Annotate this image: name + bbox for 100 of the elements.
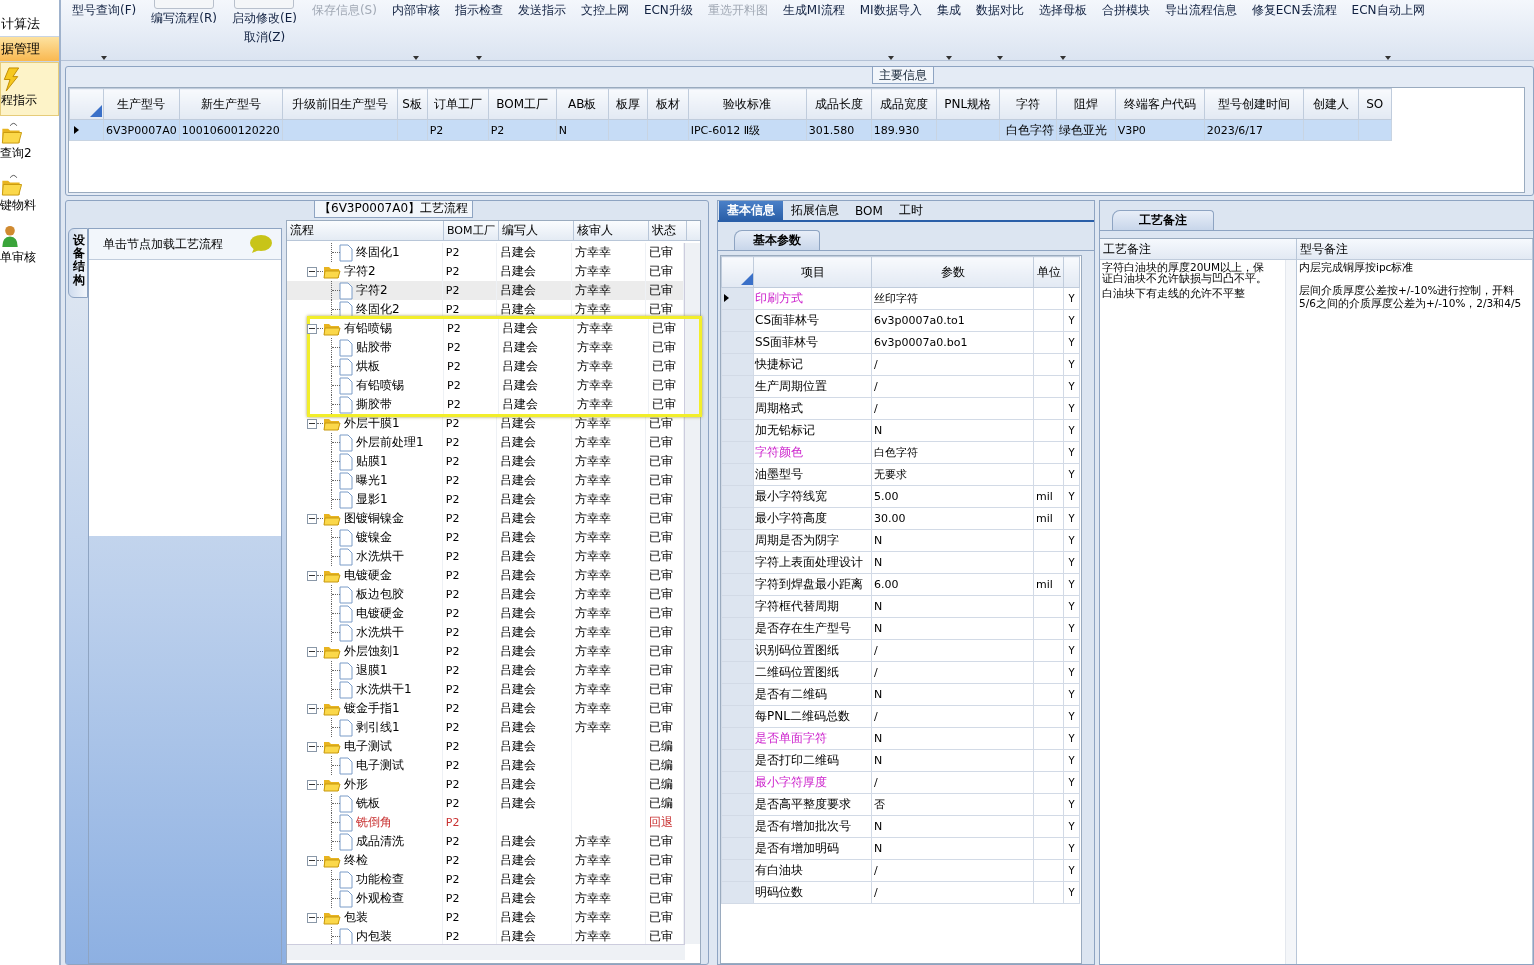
tab[interactable]: 工时 — [890, 201, 931, 220]
nav-section[interactable]: 据管理 — [0, 37, 59, 62]
column-header[interactable]: 参数 — [871, 256, 1034, 288]
toolbar-button[interactable]: ECN升级 — [641, 0, 695, 52]
toolbar-button[interactable]: 生成MI流程 — [780, 0, 847, 52]
collapse-icon[interactable] — [307, 570, 317, 581]
collapse-icon[interactable] — [307, 703, 317, 714]
column-header[interactable]: 单位 — [1033, 256, 1064, 288]
tab[interactable]: 工艺备注 — [1112, 210, 1214, 230]
column-header[interactable]: 创建人 — [1303, 88, 1359, 120]
column-header[interactable]: 订单工厂 — [427, 88, 489, 120]
tab[interactable]: 拓展信息 — [783, 201, 847, 220]
column-header[interactable]: 阻焊 — [1056, 88, 1116, 120]
tree-row[interactable]: 终固化1 P2 吕建会 方幸幸 已审 — [287, 243, 684, 262]
tree-row[interactable]: 退膜1 P2 吕建会 方幸幸 已审 — [287, 661, 684, 680]
tree-row[interactable]: 水洗烘干 P2 吕建会 方幸幸 已审 — [287, 547, 684, 566]
tree-row[interactable]: 电镀硬金 P2 吕建会 方幸幸 已审 — [287, 604, 684, 623]
column-header[interactable]: 状态 — [649, 221, 687, 240]
tree-row[interactable]: 电子测试 P2 吕建会 已编 — [287, 756, 684, 775]
column-header[interactable]: 核审人 — [574, 221, 649, 240]
tree-row[interactable]: 板边包胶 P2 吕建会 方幸幸 已审 — [287, 585, 684, 604]
row-header[interactable] — [69, 119, 104, 141]
column-header[interactable]: AB板 — [556, 88, 609, 120]
column-header[interactable]: 字符 — [999, 88, 1057, 120]
collapse-icon[interactable] — [307, 323, 317, 334]
column-header[interactable]: BOM工厂 — [444, 221, 499, 240]
toggle-switch[interactable] — [234, 0, 295, 9]
toolbar-button[interactable]: 内部审核 — [389, 0, 442, 46]
tab[interactable]: BOM — [847, 201, 891, 220]
toolbar-button[interactable]: 选择母板 — [1036, 0, 1089, 46]
tree-row[interactable]: 外观检查 P2 吕建会 方幸幸 已审 — [287, 889, 684, 908]
tree-row[interactable]: 铣倒角 P2 回退 — [287, 813, 684, 832]
tree-row[interactable]: 终固化2 P2 吕建会 方幸幸 已审 — [287, 300, 684, 319]
collapse-icon[interactable] — [307, 912, 317, 923]
column-header[interactable]: 终端客户代码 — [1115, 88, 1205, 120]
toggle-switch[interactable] — [154, 0, 215, 9]
column-header[interactable]: 型号备注 — [1297, 239, 1532, 260]
column-header[interactable]: 流程 — [287, 221, 444, 240]
collapse-icon[interactable] — [307, 418, 317, 429]
nav-item[interactable]: 查询2 — [0, 116, 59, 168]
tree-row[interactable]: 包装 P2 吕建会 方幸幸 已审 — [287, 908, 684, 927]
tree-row[interactable]: 贴膜1 P2 吕建会 方幸幸 已审 — [287, 452, 684, 471]
nav-item[interactable]: 键物料 — [0, 168, 59, 220]
tree-row[interactable]: 水洗烘干 P2 吕建会 方幸幸 已审 — [287, 623, 684, 642]
tree-row[interactable]: 电镀硬金 P2 吕建会 方幸幸 已审 — [287, 566, 684, 585]
nav-item[interactable]: 程指示 — [0, 62, 59, 116]
column-header[interactable]: 成品宽度 — [871, 88, 937, 120]
toolbar-button[interactable]: 集成 — [934, 0, 963, 46]
toolbar-button[interactable]: 修复ECN丢流程 — [1249, 0, 1339, 52]
column-header[interactable]: 工艺备注 — [1100, 239, 1296, 260]
tree-row[interactable]: 图镀铜镍金 P2 吕建会 方幸幸 已审 — [287, 509, 684, 528]
side-tab[interactable]: 设备结构 — [68, 228, 88, 298]
column-header[interactable]: 验收标准 — [688, 88, 807, 120]
tree-row[interactable]: 镀金手指1 P2 吕建会 方幸幸 已审 — [287, 699, 684, 718]
collapse-icon[interactable] — [307, 266, 317, 277]
column-header[interactable]: S板 — [397, 88, 428, 120]
column-header[interactable]: PNL规格 — [936, 88, 1000, 120]
tab[interactable]: 基本信息 — [719, 201, 783, 220]
column-header[interactable]: 板厚 — [608, 88, 648, 120]
nav-item[interactable]: 单审核 — [0, 220, 59, 272]
tree-row[interactable]: 剥引线1 P2 吕建会 方幸幸 已审 — [287, 718, 684, 737]
collapse-icon[interactable] — [307, 741, 317, 752]
tree-row[interactable]: 镀镍金 P2 吕建会 方幸幸 已审 — [287, 528, 684, 547]
tree-row[interactable]: 字符2 P2 吕建会 方幸幸 已审 — [287, 281, 684, 300]
toolbar-button[interactable]: 编写流程(R) — [149, 9, 219, 49]
tree-row[interactable]: 功能检查 P2 吕建会 方幸幸 已审 — [287, 870, 684, 889]
tree-row[interactable]: 外形 P2 吕建会 已编 — [287, 775, 684, 794]
tab[interactable]: 基本参数 — [734, 230, 820, 250]
toolbar-button[interactable]: 导出流程信息 — [1162, 0, 1239, 52]
tree-row[interactable]: 显影1 P2 吕建会 方幸幸 已审 — [287, 490, 684, 509]
tree-row[interactable]: 曝光1 P2 吕建会 方幸幸 已审 — [287, 471, 684, 490]
column-header[interactable]: 编写人 — [499, 221, 574, 240]
toolbar-button[interactable]: 合拼模块 — [1099, 0, 1152, 52]
horizontal-scrollbar[interactable] — [287, 944, 685, 960]
toolbar-button[interactable]: 指示检查 — [452, 0, 505, 46]
toolbar-button[interactable]: MI数据导入 — [857, 0, 924, 46]
tree-row[interactable]: 电子测试 P2 吕建会 已编 — [287, 737, 684, 756]
toolbar-button[interactable]: 发送指示 — [515, 0, 568, 52]
tree-row[interactable]: 外层前处理1 P2 吕建会 方幸幸 已审 — [287, 433, 684, 452]
toolbar-button[interactable]: 数据对比 — [973, 0, 1026, 46]
column-header[interactable]: 新生产型号 — [179, 88, 283, 120]
column-header[interactable]: 升级前旧生产型号 — [282, 88, 398, 120]
column-header[interactable]: 板材 — [647, 88, 689, 120]
collapse-icon[interactable] — [307, 855, 317, 866]
collapse-icon[interactable] — [307, 513, 317, 524]
toolbar-button[interactable]: 文控上网 — [578, 0, 631, 52]
column-header[interactable]: 生产型号 — [103, 88, 180, 120]
toolbar-button[interactable]: ECN自动上网 — [1349, 0, 1427, 46]
tree-row[interactable]: 成品清洗 P2 吕建会 方幸幸 已审 — [287, 832, 684, 851]
column-header[interactable]: SO — [1358, 88, 1392, 120]
column-header[interactable]: BOM工厂 — [488, 88, 557, 120]
toolbar-button[interactable]: 型号查询(F) — [70, 0, 139, 46]
tree-row[interactable]: 铣板 P2 吕建会 已编 — [287, 794, 684, 813]
column-header[interactable]: 项目 — [753, 256, 872, 288]
tree-row[interactable]: 外层蚀刻1 P2 吕建会 方幸幸 已审 — [287, 642, 684, 661]
collapse-icon[interactable] — [307, 646, 317, 657]
vertical-scrollbar[interactable] — [684, 243, 700, 944]
collapse-icon[interactable] — [307, 779, 317, 790]
toolbar-button[interactable]: 启动修改(E) 取消(Z) — [229, 9, 299, 49]
vertical-scrollbar[interactable] — [1285, 260, 1296, 964]
